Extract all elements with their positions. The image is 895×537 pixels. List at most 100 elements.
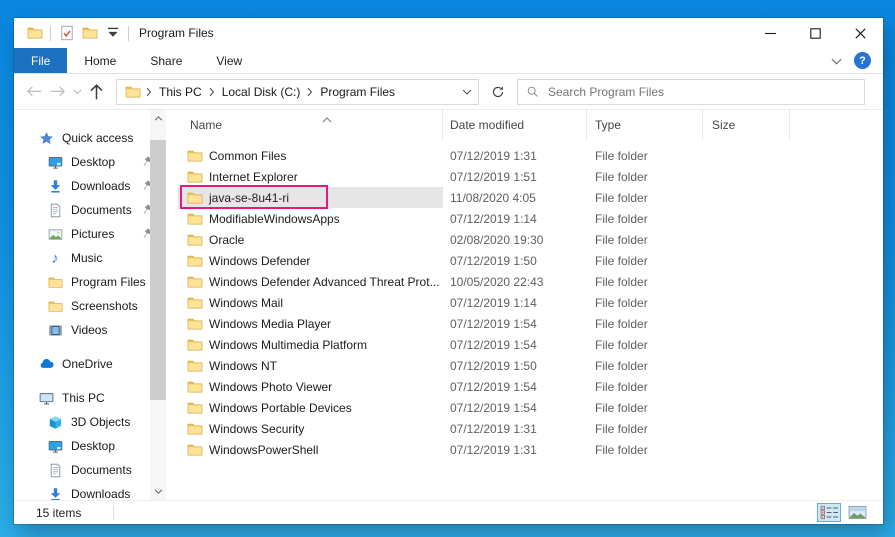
tab-file[interactable]: File [14,48,68,73]
file-name-cell[interactable]: Windows Media Player [166,313,443,334]
sidebar-item-downloads[interactable]: Downloads [14,482,150,500]
sidebar-item-onedrive[interactable]: OneDrive [14,352,150,376]
sidebar-item-music[interactable]: ♪ Music [14,246,150,270]
sidebar-item-pictures[interactable]: Pictures [14,222,150,246]
sidebar-item-videos[interactable]: Videos [14,318,150,342]
column-header-date-modified[interactable]: Date modified [443,110,587,140]
file-row-java-se-8u41-ri[interactable]: java-se-8u41-ri 11/08/2020 4:05 File fol… [166,185,883,209]
file-row-windows-media-player[interactable]: Windows Media Player 07/12/2019 1:54 Fil… [166,313,883,334]
file-name-cell[interactable]: Windows Defender Advanced Threat Prot... [166,271,443,292]
file-row-oracle[interactable]: Oracle 02/08/2020 19:30 File folder [166,229,883,250]
file-row-windowspowershell[interactable]: WindowsPowerShell 07/12/2019 1:31 File f… [166,439,883,460]
file-row-internet-explorer[interactable]: Internet Explorer 07/12/2019 1:51 File f… [166,166,883,187]
file-date-modified: 07/12/2019 1:54 [450,400,537,415]
sidebar-item-label: 3D Objects [71,415,131,429]
titlebar[interactable]: Program Files [14,18,883,48]
recent-locations-icon[interactable] [70,79,84,105]
search-input[interactable] [548,84,856,99]
tab-home[interactable]: Home [67,48,133,73]
file-name-cell[interactable]: Internet Explorer [166,166,443,187]
file-name-cell[interactable]: Windows NT [166,355,443,376]
ribbon-tab-bar: File Home Share View ? [14,48,883,74]
folder-icon [47,274,63,290]
file-date-modified: 07/12/2019 1:54 [450,379,537,394]
help-icon[interactable]: ? [854,52,871,69]
maximize-button[interactable] [793,18,838,48]
sidebar-item-label: This PC [62,391,105,405]
file-name-cell[interactable]: ModifiableWindowsApps [166,208,443,229]
file-row-modifiablewindowsapps[interactable]: ModifiableWindowsApps 07/12/2019 1:14 Fi… [166,208,883,229]
folder-icon [187,253,203,269]
file-name-cell[interactable]: Oracle [166,229,443,250]
file-row-windows-defender[interactable]: Windows Defender 07/12/2019 1:50 File fo… [166,250,883,271]
properties-check-icon[interactable] [58,25,75,42]
file-row-windows-portable-devices[interactable]: Windows Portable Devices 07/12/2019 1:54… [166,397,883,418]
file-name-cell[interactable]: Common Files [166,145,443,166]
sidebar-item-documents[interactable]: Documents [14,458,150,482]
file-row-windows-security[interactable]: Windows Security 07/12/2019 1:31 File fo… [166,418,883,439]
column-header-type[interactable]: Type [587,110,703,140]
folder-icon [187,442,203,458]
file-name-cell[interactable]: WindowsPowerShell [166,439,443,460]
sidebar-item-3d-objects[interactable]: 3D Objects [14,410,150,434]
scrollbar-down-icon[interactable] [150,483,166,500]
address-bar[interactable]: This PC Local Disk (C:) Program Files [116,78,479,105]
file-size [703,208,790,229]
scrollbar-thumb[interactable] [150,140,166,400]
refresh-icon[interactable] [487,80,509,104]
file-type: File folder [595,358,648,373]
file-date-modified: 07/12/2019 1:50 [450,358,537,373]
file-row-windows-photo-viewer[interactable]: Windows Photo Viewer 07/12/2019 1:54 Fil… [166,376,883,397]
up-button[interactable] [84,79,108,105]
minimize-button[interactable] [748,18,793,48]
file-name-cell[interactable]: Windows Portable Devices [166,397,443,418]
sidebar-item-label: Downloads [71,179,131,193]
new-folder-icon[interactable] [81,25,98,42]
expand-ribbon-icon[interactable] [831,54,842,68]
sidebar-item-this-pc[interactable]: This PC [14,386,150,410]
thumbnail-view-button[interactable] [845,503,869,522]
details-view-button[interactable] [817,503,841,522]
file-row-windows-nt[interactable]: Windows NT 07/12/2019 1:50 File folder [166,355,883,376]
sidebar-scrollbar[interactable] [150,110,166,500]
breadcrumb-item-local-disk-c[interactable]: Local Disk (C:) [220,85,303,99]
file-name-cell[interactable]: Windows Defender [166,250,443,271]
sidebar-item-desktop[interactable]: Desktop [14,434,150,458]
file-row-windows-defender-advanced-threat-prot[interactable]: Windows Defender Advanced Threat Prot...… [166,271,883,292]
tab-share[interactable]: Share [133,48,199,73]
file-name-cell[interactable]: Windows Security [166,418,443,439]
folder-icon [187,232,203,248]
sidebar-item-screenshots[interactable]: Screenshots [14,294,150,318]
close-button[interactable] [838,18,883,48]
sidebar-item-desktop[interactable]: Desktop [14,150,150,174]
file-name-cell[interactable]: Windows Photo Viewer [166,376,443,397]
view-toggles [817,503,883,522]
column-header-name[interactable]: Name [166,110,443,140]
forward-button[interactable] [46,79,70,105]
pc-icon [38,390,54,406]
search-box[interactable] [517,78,865,105]
scrollbar-up-icon[interactable] [150,110,166,127]
sidebar-item-program-files[interactable]: Program Files [14,270,150,294]
file-name-cell[interactable]: Windows Mail [166,292,443,313]
back-button[interactable] [22,79,46,105]
file-row-common-files[interactable]: Common Files 07/12/2019 1:31 File folder [166,145,883,166]
file-type: File folder [595,190,648,205]
status-bar: 15 items [14,500,883,524]
customize-qat-icon[interactable] [104,25,121,42]
file-size [703,250,790,271]
file-name-cell[interactable]: Windows Multimedia Platform [166,334,443,355]
column-header-size[interactable]: Size [703,110,790,140]
address-dropdown-icon[interactable] [462,89,472,95]
sidebar-item-downloads[interactable]: Downloads [14,174,150,198]
file-row-windows-multimedia-platform[interactable]: Windows Multimedia Platform 07/12/2019 1… [166,334,883,355]
sidebar-item-documents[interactable]: Documents [14,198,150,222]
breadcrumb-item-program-files[interactable]: Program Files [318,85,397,99]
column-headers: Name Date modified Type Size [166,110,883,140]
file-row-windows-mail[interactable]: Windows Mail 07/12/2019 1:14 File folder [166,292,883,313]
sidebar-item-quick-access[interactable]: Quick access [14,126,150,150]
file-name-cell[interactable]: java-se-8u41-ri [166,185,443,209]
breadcrumb-item-this-pc[interactable]: This PC [157,85,204,99]
tab-view[interactable]: View [199,48,259,73]
address-row: This PC Local Disk (C:) Program Files [14,74,883,110]
